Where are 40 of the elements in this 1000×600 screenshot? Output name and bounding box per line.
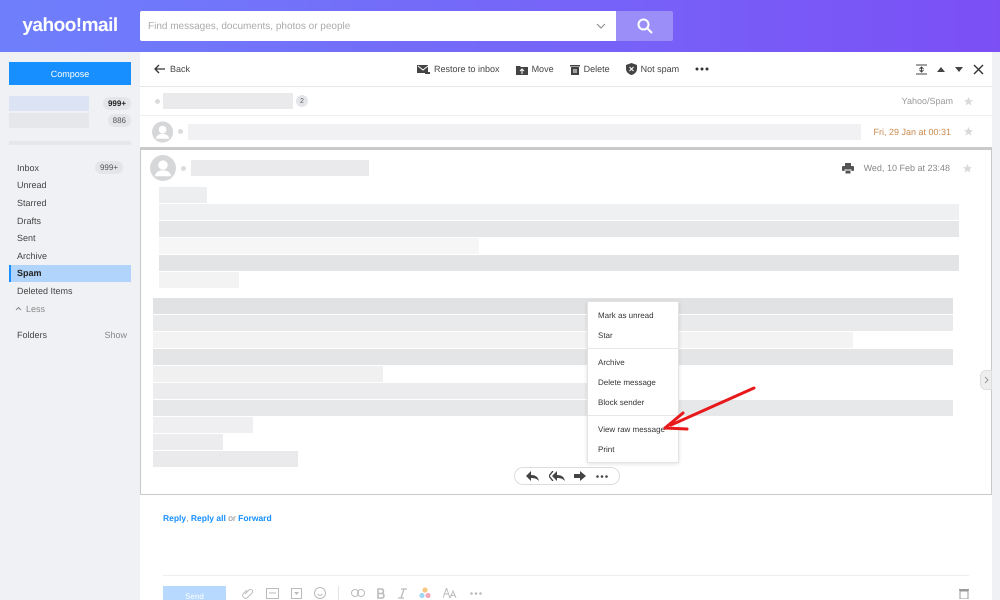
delete-button[interactable]: Delete bbox=[564, 64, 616, 74]
message-date: Fri, 29 Jan at 00:31 bbox=[873, 126, 951, 136]
folder-label: Yahoo/Spam bbox=[902, 96, 953, 106]
count-badge: 999+ bbox=[94, 161, 123, 174]
folder-label: Starred bbox=[17, 198, 47, 208]
menu-item[interactable]: Delete message bbox=[588, 372, 678, 392]
folder-item[interactable]: Archive bbox=[9, 246, 131, 265]
account-item[interactable]: 886 bbox=[9, 112, 131, 128]
folder-item[interactable]: Starred bbox=[9, 194, 131, 212]
menu-item[interactable]: Print bbox=[588, 439, 678, 459]
menu-item[interactable]: Mark as unread bbox=[588, 305, 678, 325]
account-item[interactable]: 999+ bbox=[9, 95, 131, 111]
search-field[interactable]: Find messages, documents, photos or people bbox=[140, 11, 616, 41]
folders-heading: Folders bbox=[17, 330, 48, 340]
message-date: Wed, 10 Feb at 23:48 bbox=[864, 163, 950, 173]
folder-label: Spam bbox=[17, 268, 42, 278]
count-badge: 886 bbox=[108, 114, 131, 126]
folder-item[interactable]: Drafts bbox=[9, 212, 131, 230]
back-button[interactable]: Back bbox=[148, 64, 196, 74]
folder-label: Drafts bbox=[17, 216, 42, 226]
folder-label: Archive bbox=[17, 250, 48, 261]
folder-label: Inbox bbox=[17, 162, 40, 173]
folder-item[interactable]: Unread bbox=[9, 176, 131, 194]
count-badge: 999+ bbox=[102, 96, 131, 110]
folder-item[interactable]: Spam bbox=[9, 264, 131, 282]
folder-label: Unread bbox=[17, 180, 47, 190]
folder-label: Deleted Items bbox=[17, 286, 73, 296]
restore-button[interactable]: Restore to inbox bbox=[411, 64, 506, 74]
logo[interactable]: yahoo!mail bbox=[0, 15, 140, 37]
reply-prompt: Reply, Reply all or Forward bbox=[163, 513, 273, 523]
folder-item[interactable]: Inbox 999+ bbox=[9, 159, 131, 177]
move-button[interactable]: Move bbox=[510, 64, 560, 74]
menu-item[interactable]: Block sender bbox=[588, 392, 678, 412]
menu-item[interactable]: View raw message bbox=[588, 419, 678, 439]
notspam-button[interactable]: Not spam bbox=[620, 63, 686, 75]
menu-item[interactable]: Star bbox=[588, 325, 678, 345]
folder-item[interactable]: Deleted Items bbox=[9, 282, 131, 300]
folder-item[interactable]: Sent bbox=[9, 229, 131, 247]
menu-item[interactable]: Archive bbox=[588, 352, 678, 372]
folder-label: Sent bbox=[17, 233, 36, 244]
